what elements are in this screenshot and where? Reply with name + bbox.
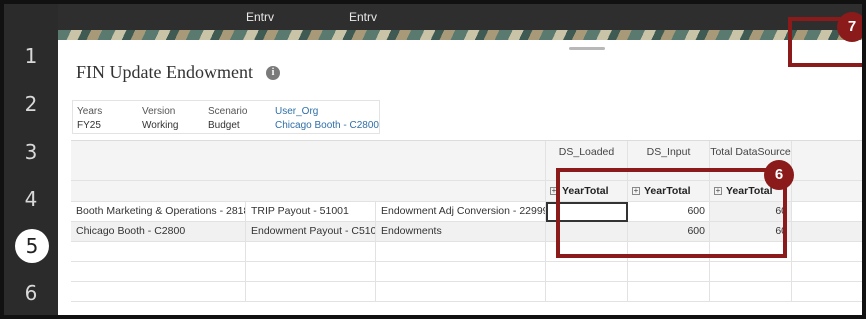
pov-label: Scenario [208, 106, 248, 117]
info-icon[interactable]: i [266, 66, 280, 80]
screen-frame: 1 2 3 4 5 6 Entrv Entrv FIN Update Endow… [0, 0, 866, 319]
pov-value: FY25 [77, 120, 101, 131]
row-1-category: Endowment Adj Conversion - 229999 [376, 202, 546, 222]
empty-row-cell [71, 242, 246, 262]
pov-label: Years [77, 106, 103, 117]
step-rail: 1 2 3 4 5 6 [4, 4, 58, 315]
subheader-empty [792, 181, 862, 202]
step-6: 6 [24, 281, 38, 305]
row-2-category: Endowments [376, 222, 546, 242]
empty-row-cell [792, 262, 862, 282]
empty-row-cell [376, 262, 546, 282]
empty-row-cell [71, 282, 246, 302]
step-1: 1 [24, 44, 38, 68]
pov-value: Working [142, 120, 179, 131]
empty-row-cell [546, 282, 628, 302]
pov-version[interactable]: Version Working [142, 105, 179, 133]
empty-row-cell [376, 282, 546, 302]
empty-row-cell [628, 282, 710, 302]
top-tab-1[interactable]: Entrv [246, 10, 274, 24]
empty-row-cell [792, 242, 862, 262]
row-2-empty [792, 222, 862, 242]
callout-box-grid [556, 168, 787, 258]
page-title: FIN Update Endowment [76, 62, 253, 82]
pov-user-org[interactable]: User_Org Chicago Booth - C2800 [275, 105, 379, 133]
pov-bar: Years FY25 Version Working Scenario Budg… [72, 100, 380, 134]
pov-years[interactable]: Years FY25 [77, 105, 102, 133]
empty-row-cell [71, 262, 246, 282]
pov-value: Chicago Booth - C2800 [275, 120, 379, 131]
empty-row-cell [710, 282, 792, 302]
callout-badge-6: 6 [764, 160, 794, 190]
row-2-org: Chicago Booth - C2800 [71, 222, 246, 242]
pov-scenario[interactable]: Scenario Budget [208, 105, 247, 133]
col-header-empty [792, 141, 862, 181]
step-3: 3 [24, 140, 38, 164]
empty-row-cell [792, 282, 862, 302]
pov-value: Budget [208, 120, 240, 131]
drag-handle[interactable] [569, 47, 605, 50]
row-1-org: Booth Marketing & Operations - 28180 [71, 202, 246, 222]
empty-row-cell [246, 242, 376, 262]
row-header-corner [71, 181, 546, 202]
step-2: 2 [24, 92, 38, 116]
step-4: 4 [24, 187, 38, 211]
top-bar: Entrv Entrv [58, 4, 862, 30]
grid-corner [71, 141, 546, 181]
decorative-banner [58, 30, 862, 40]
empty-row-cell [628, 262, 710, 282]
pov-label: User_Org [275, 106, 319, 117]
pov-label: Version [142, 106, 176, 117]
empty-row-cell [376, 242, 546, 262]
top-tab-2[interactable]: Entrv [349, 10, 377, 24]
step-5-active: 5 [15, 229, 49, 263]
callout-badge-7: 7 [837, 12, 862, 42]
row-2-account: Endowment Payout - C5100 [246, 222, 376, 242]
empty-row-cell [246, 282, 376, 302]
row-1-account: TRIP Payout - 51001 [246, 202, 376, 222]
row-1-empty [792, 202, 862, 222]
empty-row-cell [246, 262, 376, 282]
empty-row-cell [546, 262, 628, 282]
empty-row-cell [710, 262, 792, 282]
